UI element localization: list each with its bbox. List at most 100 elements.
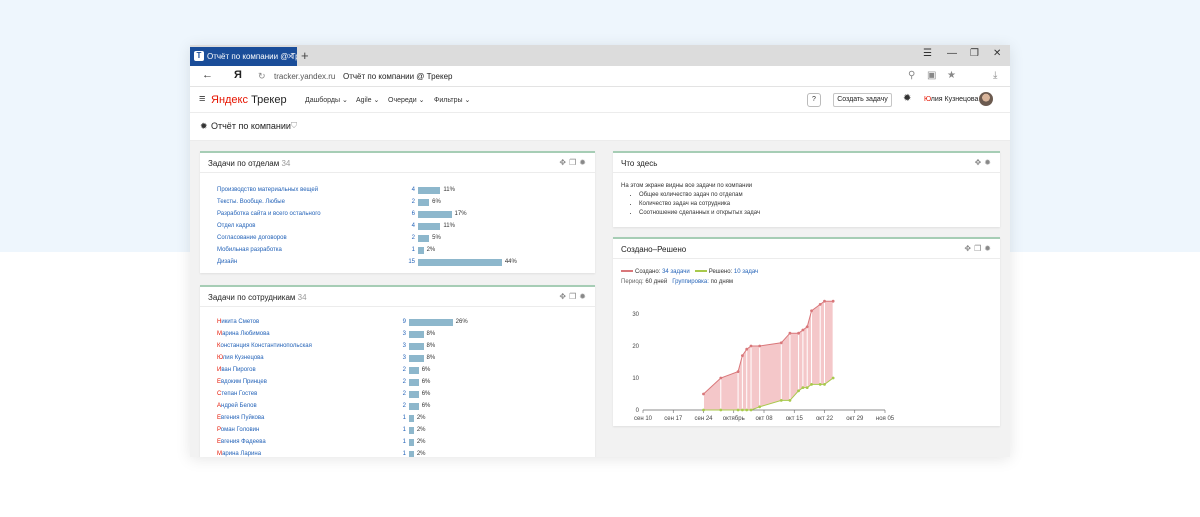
employee-name[interactable]: Степан Гостев xyxy=(217,391,257,397)
create-task-button[interactable]: Создать задачу xyxy=(833,93,892,107)
bookmark-icon[interactable]: ⛉ xyxy=(291,121,297,131)
employee-name[interactable]: Юлия Кузнецова xyxy=(217,355,264,361)
table-row[interactable]: Производство материальных вещей 4 11% xyxy=(200,186,595,196)
avatar[interactable] xyxy=(979,92,993,106)
download-icon[interactable]: ⤓ xyxy=(993,70,997,81)
move-icon[interactable]: ✥ xyxy=(964,244,974,253)
table-row[interactable]: Мобильная разработка 1 2% xyxy=(200,246,595,256)
task-count[interactable]: 2 xyxy=(401,199,415,205)
task-count[interactable]: 1 xyxy=(392,451,406,457)
table-row[interactable]: Согласование договоров 2 5% xyxy=(200,234,595,244)
gear-icon[interactable]: ✹ xyxy=(579,158,589,167)
employee-name[interactable]: Евдоким Принцев xyxy=(217,379,267,385)
back-arrow-icon[interactable]: ← xyxy=(202,69,213,81)
close-window-icon[interactable]: ✕ xyxy=(993,48,1001,59)
nav-filters[interactable]: Фильтры ⌄ xyxy=(434,96,470,104)
table-row[interactable]: Евгения Пуйкова 1 2% xyxy=(200,414,595,424)
hamburger-icon[interactable]: ≡ xyxy=(199,93,205,105)
address-page-title[interactable]: Отчёт по компании @ Трекер xyxy=(343,72,452,81)
task-count[interactable]: 1 xyxy=(392,439,406,445)
grouping-value[interactable]: по дням xyxy=(711,279,733,285)
period-value[interactable]: 60 дней xyxy=(645,279,667,285)
task-count[interactable]: 9 xyxy=(392,319,406,325)
gear-icon[interactable]: ✹ xyxy=(579,292,589,301)
legend-created-value[interactable]: 34 задачи xyxy=(662,269,690,275)
department-name[interactable]: Разработка сайта и всего остального xyxy=(217,211,321,217)
task-count[interactable]: 2 xyxy=(392,391,406,397)
task-count[interactable]: 4 xyxy=(401,187,415,193)
move-icon[interactable]: ✥ xyxy=(975,158,985,167)
table-row[interactable]: Иван Пирогов 2 6% xyxy=(200,366,595,376)
task-count[interactable]: 1 xyxy=(392,427,406,433)
employee-name[interactable]: Марина Ларина xyxy=(217,451,261,457)
help-button[interactable]: ? xyxy=(807,93,821,107)
department-name[interactable]: Согласование договоров xyxy=(217,235,287,241)
legend-resolved-value[interactable]: 10 задач xyxy=(734,269,758,275)
task-count[interactable]: 1 xyxy=(392,415,406,421)
minimize-icon[interactable]: — xyxy=(947,48,957,59)
task-count[interactable]: 2 xyxy=(392,379,406,385)
table-row[interactable]: Евгения Фадеева 1 2% xyxy=(200,438,595,448)
reader-icon[interactable]: ▣ xyxy=(927,70,936,81)
nav-dashboards[interactable]: Дашборды ⌄ xyxy=(305,96,348,104)
url-text[interactable]: tracker.yandex.ru xyxy=(274,72,335,81)
department-name[interactable]: Дизайн xyxy=(217,259,237,265)
table-row[interactable]: Андрей Белов 2 6% xyxy=(200,402,595,412)
task-count[interactable]: 3 xyxy=(392,355,406,361)
employee-name[interactable]: Марина Любимова xyxy=(217,331,270,337)
gear-icon[interactable]: ✹ xyxy=(984,244,994,253)
reload-icon[interactable]: ↻ xyxy=(258,71,266,82)
employee-name[interactable]: Иван Пирогов xyxy=(217,367,256,373)
table-row[interactable]: Никита Сметов 9 26% xyxy=(200,318,595,328)
department-name[interactable]: Мобильная разработка xyxy=(217,247,282,253)
department-name[interactable]: Отдел кадров xyxy=(217,223,255,229)
search-icon[interactable]: ⚲ xyxy=(908,70,915,81)
menu-icon[interactable]: ☰ xyxy=(923,48,932,59)
table-row[interactable]: Марина Любимова 3 8% xyxy=(200,330,595,340)
task-count[interactable]: 4 xyxy=(401,223,415,229)
task-count[interactable]: 1 xyxy=(401,247,415,253)
close-tab-icon[interactable]: ✕ xyxy=(287,47,294,66)
table-row[interactable]: Евдоким Принцев 2 6% xyxy=(200,378,595,388)
restore-icon[interactable]: ❐ xyxy=(970,48,979,59)
browser-tab[interactable]: Т Отчёт по компании @ Тр ✕ xyxy=(190,47,297,66)
move-icon[interactable]: ✥ xyxy=(559,292,569,301)
move-icon[interactable]: ✥ xyxy=(559,158,569,167)
employee-name[interactable]: Констанция Константинопольская xyxy=(217,343,312,349)
nav-agile[interactable]: Agile ⌄ xyxy=(356,96,379,104)
department-name[interactable]: Производство материальных вещей xyxy=(217,187,318,193)
copy-icon[interactable]: ❐ xyxy=(569,292,579,301)
table-row[interactable]: Тексты. Вообще. Любые 2 6% xyxy=(200,198,595,208)
widget-controls[interactable]: ✥❐✹ xyxy=(559,292,589,301)
widget-controls[interactable]: ✥❐✹ xyxy=(964,244,994,253)
employee-name[interactable]: Андрей Белов xyxy=(217,403,257,409)
task-count[interactable]: 15 xyxy=(401,259,415,265)
gear-icon[interactable]: ✹ xyxy=(984,158,994,167)
employee-name[interactable]: Роман Головин xyxy=(217,427,259,433)
task-count[interactable]: 2 xyxy=(401,235,415,241)
table-row[interactable]: Роман Головин 1 2% xyxy=(200,426,595,436)
table-row[interactable]: Степан Гостев 2 6% xyxy=(200,390,595,400)
nav-queues[interactable]: Очереди ⌄ xyxy=(388,96,424,104)
widget-controls[interactable]: ✥❐✹ xyxy=(559,158,589,167)
table-row[interactable]: Разработка сайта и всего остального 6 17% xyxy=(200,210,595,220)
task-count[interactable]: 3 xyxy=(392,343,406,349)
task-count[interactable]: 2 xyxy=(392,367,406,373)
table-row[interactable]: Юлия Кузнецова 3 8% xyxy=(200,354,595,364)
employee-name[interactable]: Никита Сметов xyxy=(217,319,259,325)
dashboard-settings-icon[interactable]: ✹ xyxy=(200,121,208,132)
task-count[interactable]: 6 xyxy=(401,211,415,217)
table-row[interactable]: Отдел кадров 4 11% xyxy=(200,222,595,232)
copy-icon[interactable]: ❐ xyxy=(974,244,984,253)
table-row[interactable]: Дизайн 15 44% xyxy=(200,258,595,268)
table-row[interactable]: Марина Ларина 1 2% xyxy=(200,450,595,457)
table-row[interactable]: Констанция Константинопольская 3 8% xyxy=(200,342,595,352)
tracker-logo[interactable]: Яндекс Трекер xyxy=(211,94,287,106)
department-name[interactable]: Тексты. Вообще. Любые xyxy=(217,199,285,205)
task-count[interactable]: 3 xyxy=(392,331,406,337)
new-tab-icon[interactable]: + xyxy=(301,47,309,64)
employee-name[interactable]: Евгения Фадеева xyxy=(217,439,266,445)
star-icon[interactable]: ★ xyxy=(947,70,956,81)
settings-gear-icon[interactable]: ✹ xyxy=(903,93,911,104)
copy-icon[interactable]: ❐ xyxy=(569,158,579,167)
